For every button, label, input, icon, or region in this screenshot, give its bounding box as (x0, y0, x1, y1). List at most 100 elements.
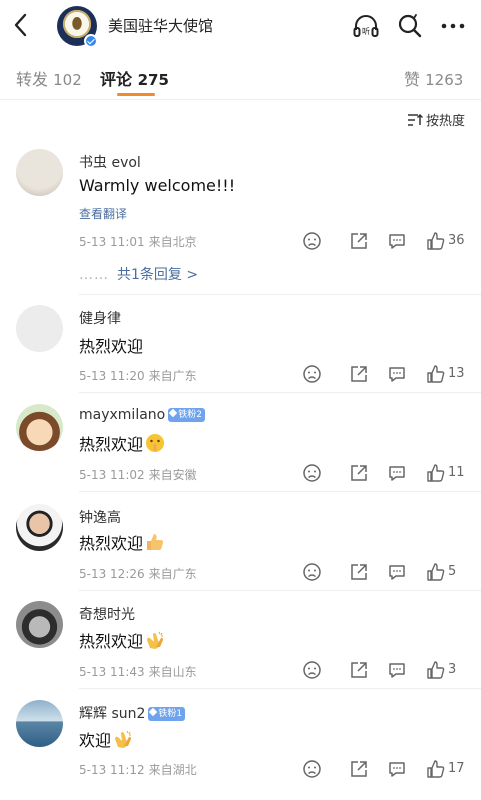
comment-meta: 5-13 11:12 来自湖北 (79, 761, 197, 778)
commenter-name[interactable]: 钟逸高 (79, 507, 121, 527)
commenter-name[interactable]: 奇想时光 (79, 604, 135, 624)
commenter-name-text: 书虫 evol (79, 155, 141, 171)
tab-reposts[interactable]: 转发 102 (16, 66, 82, 90)
commenter-name-text: mayxmilano (79, 407, 166, 423)
like-icon[interactable] (426, 364, 446, 384)
commenter-avatar[interactable] (16, 305, 63, 352)
like-icon[interactable] (426, 231, 446, 251)
tab-comments-count: 275 (137, 71, 169, 89)
commenter-avatar[interactable] (16, 601, 63, 648)
tab-reposts-label: 转发 (16, 70, 49, 89)
commenter-name-text: 奇想时光 (79, 607, 135, 623)
commenter-avatar[interactable] (16, 504, 63, 551)
comment-divider (79, 392, 481, 393)
commenter-name[interactable]: 健身律 (79, 308, 121, 328)
repost-icon[interactable] (349, 759, 369, 779)
comment-text-content: 热烈欢迎 (79, 435, 144, 454)
comment-time: 5-13 12:26 (79, 567, 145, 581)
tab-comments-label: 评论 (100, 70, 133, 89)
comment-text-content: 欢迎 (79, 731, 112, 750)
view-replies-label: 共1条回复 > (117, 267, 199, 283)
comment-text: 欢迎 (79, 727, 133, 751)
view-replies-link[interactable]: …… 共1条回复 > (79, 264, 198, 284)
reply-icon[interactable] (387, 660, 407, 680)
comment-location: 来自山东 (148, 665, 197, 679)
comment-meta: 5-13 11:20 来自广东 (79, 367, 197, 384)
comment-text: 热烈欢迎 (79, 628, 165, 652)
fan-badge: 铁粉1 (148, 707, 186, 721)
comment-text-content: 热烈欢迎 (79, 534, 144, 553)
dislike-icon[interactable] (302, 759, 322, 779)
comment-location: 来自安徽 (148, 468, 197, 482)
comment-time: 5-13 11:01 (79, 235, 145, 249)
comment-text: 热烈欢迎 (79, 333, 143, 357)
repost-icon[interactable] (349, 660, 369, 680)
dislike-icon[interactable] (302, 463, 322, 483)
commenter-name[interactable]: 书虫 evol (79, 152, 141, 172)
like-count: 11 (448, 465, 465, 480)
reply-icon[interactable] (387, 364, 407, 384)
repost-icon[interactable] (349, 364, 369, 384)
shush-face-emoji-icon (146, 434, 165, 452)
active-tab-indicator (117, 93, 155, 96)
dislike-icon[interactable] (302, 660, 322, 680)
diamond-icon (149, 707, 158, 717)
commenter-avatar[interactable] (16, 149, 63, 196)
commenter-name-text: 辉辉 sun2 (79, 706, 146, 722)
top-bar: 美国驻华大使馆 听 (0, 0, 481, 52)
repost-icon[interactable] (349, 231, 369, 251)
comment-text-content: Warmly welcome!!! (79, 176, 236, 195)
reply-icon[interactable] (387, 231, 407, 251)
comment-location: 来自湖北 (148, 763, 197, 777)
sort-by-popularity-button[interactable]: 按热度 (407, 110, 465, 129)
reply-icon[interactable] (387, 759, 407, 779)
commenter-name[interactable]: mayxmilano 铁粉2 (79, 407, 205, 423)
like-icon[interactable] (426, 463, 446, 483)
comment-location: 来自广东 (148, 369, 197, 383)
sort-icon (407, 113, 423, 126)
like-icon[interactable] (426, 562, 446, 582)
repost-icon[interactable] (349, 463, 369, 483)
like-count: 36 (448, 233, 465, 248)
view-translation-link[interactable]: 查看翻译 (79, 205, 127, 222)
comment-divider (79, 688, 481, 689)
more-options-icon[interactable] (439, 12, 467, 40)
comment-meta: 5-13 11:02 来自安徽 (79, 466, 197, 483)
comment-meta: 5-13 11:43 来自山东 (79, 663, 197, 680)
like-icon[interactable] (426, 759, 446, 779)
commenter-avatar[interactable] (16, 700, 63, 747)
like-count: 3 (448, 662, 457, 677)
like-icon[interactable] (426, 660, 446, 680)
verified-badge-icon (84, 34, 98, 48)
diamond-icon (168, 408, 178, 418)
dislike-icon[interactable] (302, 231, 322, 251)
sort-label: 按热度 (425, 114, 465, 129)
reply-icon[interactable] (387, 562, 407, 582)
comment-time: 5-13 11:20 (79, 369, 145, 383)
tab-likes[interactable]: 赞 1263 (404, 66, 463, 90)
comment-meta: 5-13 12:26 来自广东 (79, 565, 197, 582)
comment-time: 5-13 11:43 (79, 665, 145, 679)
comment-meta: 5-13 11:01 来自北京 (79, 233, 197, 250)
tab-likes-label: 赞 (404, 70, 421, 89)
comment-divider (79, 590, 481, 591)
fan-badge-label: 铁粉2 (178, 410, 202, 420)
commenter-avatar[interactable] (16, 404, 63, 451)
commenter-name[interactable]: 辉辉 sun2 铁粉1 (79, 703, 186, 723)
account-name[interactable]: 美国驻华大使馆 (108, 15, 213, 36)
comment-time: 5-13 11:12 (79, 763, 145, 777)
reply-dots: …… (79, 267, 109, 283)
fan-badge-label: 铁粉1 (158, 709, 183, 719)
repost-icon[interactable] (349, 562, 369, 582)
like-count: 5 (448, 564, 457, 579)
commenter-name-text: 钟逸高 (79, 510, 121, 526)
dislike-icon[interactable] (302, 364, 322, 384)
search-icon[interactable] (396, 12, 424, 40)
tab-comments[interactable]: 评论 275 (100, 66, 169, 90)
reply-icon[interactable] (387, 463, 407, 483)
dislike-icon[interactable] (302, 562, 322, 582)
comment-divider (79, 491, 481, 492)
listen-headphones-icon[interactable]: 听 (352, 12, 380, 40)
back-arrow-icon[interactable] (10, 12, 34, 38)
tab-likes-count: 1263 (425, 71, 464, 89)
